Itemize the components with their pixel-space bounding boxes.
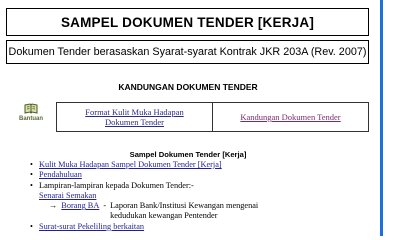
arrow-icon: → bbox=[49, 201, 58, 211]
help-label: Bantuan bbox=[19, 116, 43, 122]
document-contents-list: • Kulit Muka Hadapan Sampel Dokumen Tend… bbox=[30, 160, 375, 232]
list-item: • Kulit Muka Hadapan Sampel Dokumen Tend… bbox=[30, 160, 375, 170]
page-subtitle: Dokumen Tender berasaskan Syarat-syarat … bbox=[6, 40, 369, 64]
bullet: • bbox=[30, 170, 33, 180]
separator-dash: - bbox=[103, 201, 107, 211]
help-button[interactable]: Bantuan bbox=[18, 103, 44, 122]
contents-nav-table: Format Kulit Muka Hadapan Dokumen Tender … bbox=[56, 102, 369, 132]
form-description-line1: Laporan Bank/Institusi Kewangan mengenai bbox=[110, 201, 259, 211]
right-border-rule bbox=[380, 0, 383, 236]
form-description: Laporan Bank/Institusi Kewangan mengenai… bbox=[110, 201, 258, 222]
cover-format-line1: Format Kulit Muka Hadapan bbox=[85, 107, 184, 117]
introduction-link[interactable]: Pendahuluan bbox=[39, 170, 82, 179]
list-item: • Surat-surat Pekeliling berkaitan bbox=[30, 222, 375, 232]
list-subitem: Senarai Semakan bbox=[30, 191, 375, 201]
bullet: • bbox=[30, 180, 33, 190]
form-row: → Borang BA - Laporan Bank/Institusi Kewang… bbox=[30, 201, 375, 222]
list-item: • Pendahuluan bbox=[30, 170, 375, 180]
contents-heading: KANDUNGAN DOKUMEN TENDER bbox=[118, 82, 258, 92]
circulars-link[interactable]: Surat-surat Pekeliling berkaitan bbox=[39, 222, 144, 231]
cover-format-link[interactable]: Format Kulit Muka Hadapan Dokumen Tender bbox=[57, 103, 212, 131]
bullet: • bbox=[30, 221, 33, 231]
checklist-link[interactable]: Senarai Semakan bbox=[39, 191, 96, 200]
appendices-label: Lampiran-lampiran kepada Dokumen Tender:… bbox=[39, 180, 194, 190]
tender-contents-link[interactable]: Kandungan Dokumen Tender bbox=[212, 103, 368, 131]
help-book-icon bbox=[24, 103, 38, 114]
cover-sample-link[interactable]: Kulit Muka Hadapan Sampel Dokumen Tender… bbox=[39, 160, 222, 169]
page-title: SAMPEL DOKUMEN TENDER [KERJA] bbox=[6, 8, 369, 36]
bullet: • bbox=[30, 160, 33, 169]
borang-ba-link[interactable]: Borang BA bbox=[61, 201, 99, 210]
cover-format-line2: Dokumen Tender bbox=[105, 117, 164, 127]
list-heading: Sampel Dokumen Tender [Kerja] bbox=[129, 150, 247, 159]
list-item: • Lampiran-lampiran kepada Dokumen Tende… bbox=[30, 181, 375, 191]
form-description-line2: kedudukan kewangan Pentender bbox=[110, 211, 218, 221]
